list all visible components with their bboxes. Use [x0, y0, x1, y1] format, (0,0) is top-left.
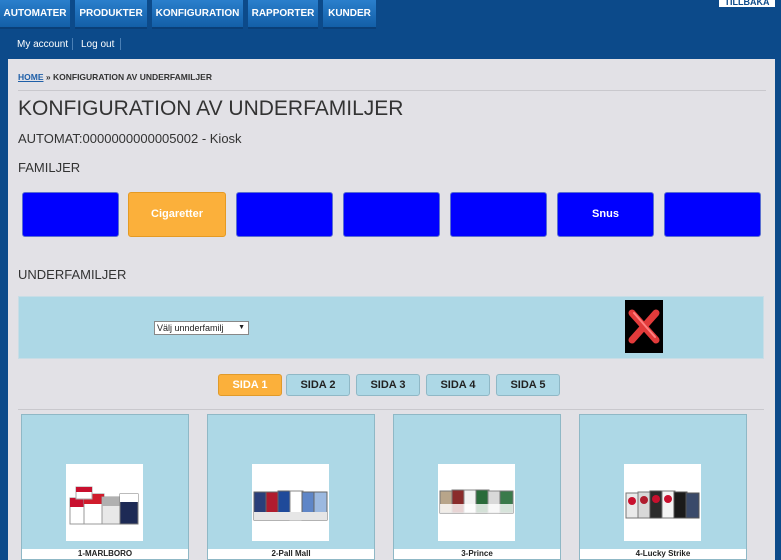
product-image — [438, 464, 515, 541]
breadcrumb: HOME » KONFIGURATION AV UNDERFAMILJER — [18, 72, 212, 82]
family-button-7[interactable] — [664, 192, 761, 237]
subfamily-panel: Välj unnderfamilj ▼ — [18, 296, 764, 359]
page-button-4[interactable]: SIDA 4 — [426, 374, 490, 396]
tab-automater[interactable]: AUTOMATER — [0, 0, 70, 29]
product-image — [624, 464, 701, 541]
family-button-4[interactable] — [343, 192, 440, 237]
product-card[interactable]: 1-MARLBORO — [21, 414, 189, 560]
subfamily-select-value: Välj unnderfamilj — [157, 323, 224, 333]
subfamilies-heading: UNDERFAMILJER — [18, 267, 127, 282]
tab-produkter[interactable]: PRODUKTER — [75, 0, 147, 29]
product-label: 1-MARLBORO — [22, 549, 188, 559]
breadcrumb-current: KONFIGURATION AV UNDERFAMILJER — [52, 72, 212, 82]
family-button-snus[interactable]: Snus — [557, 192, 654, 237]
family-button-cigaretter[interactable]: Cigaretter — [128, 192, 226, 237]
page-button-5[interactable]: SIDA 5 — [496, 374, 560, 396]
breadcrumb-home-link[interactable]: HOME — [18, 72, 44, 82]
top-navigation: AUTOMATER PRODUKTER KONFIGURATION RAPPOR… — [0, 0, 781, 29]
families-heading: FAMILJER — [18, 160, 81, 175]
back-button[interactable]: TILLBAKA — [717, 0, 777, 9]
product-label: 2-Pall Mall — [208, 549, 374, 559]
page-button-3[interactable]: SIDA 3 — [356, 374, 420, 396]
product-card[interactable]: 3-Prince — [393, 414, 561, 560]
product-card[interactable]: 2-Pall Mall — [207, 414, 375, 560]
page-title: KONFIGURATION AV UNDERFAMILJER — [18, 97, 404, 120]
sub-navigation: My account Log out — [0, 29, 781, 59]
page-button-1[interactable]: SIDA 1 — [218, 374, 282, 396]
tab-konfiguration[interactable]: KONFIGURATION — [152, 0, 243, 29]
my-account-link[interactable]: My account — [17, 39, 68, 50]
close-x-icon[interactable] — [625, 300, 663, 353]
product-label: 4-Lucky Strike — [580, 549, 746, 559]
main-content: HOME » KONFIGURATION AV UNDERFAMILJER KO… — [8, 59, 775, 560]
automat-label: AUTOMAT:0000000000005002 - Kiosk — [18, 131, 242, 146]
family-button-5[interactable] — [450, 192, 547, 237]
breadcrumb-separator: » — [45, 72, 51, 82]
product-image — [252, 464, 329, 541]
tab-kunder[interactable]: KUNDER — [323, 0, 376, 29]
product-image — [66, 464, 143, 541]
page-button-2[interactable]: SIDA 2 — [286, 374, 350, 396]
family-button-1[interactable] — [22, 192, 119, 237]
product-label: 3-Prince — [394, 549, 560, 559]
logout-link[interactable]: Log out — [81, 39, 114, 50]
divider — [18, 90, 766, 91]
subfamily-select[interactable]: Välj unnderfamilj ▼ — [154, 321, 249, 335]
chevron-down-icon: ▼ — [238, 324, 245, 331]
tab-rapporter[interactable]: RAPPORTER — [248, 0, 318, 29]
divider — [18, 409, 764, 410]
family-button-3[interactable] — [236, 192, 333, 237]
divider — [120, 38, 121, 50]
divider — [72, 38, 73, 50]
product-card[interactable]: 4-Lucky Strike — [579, 414, 747, 560]
